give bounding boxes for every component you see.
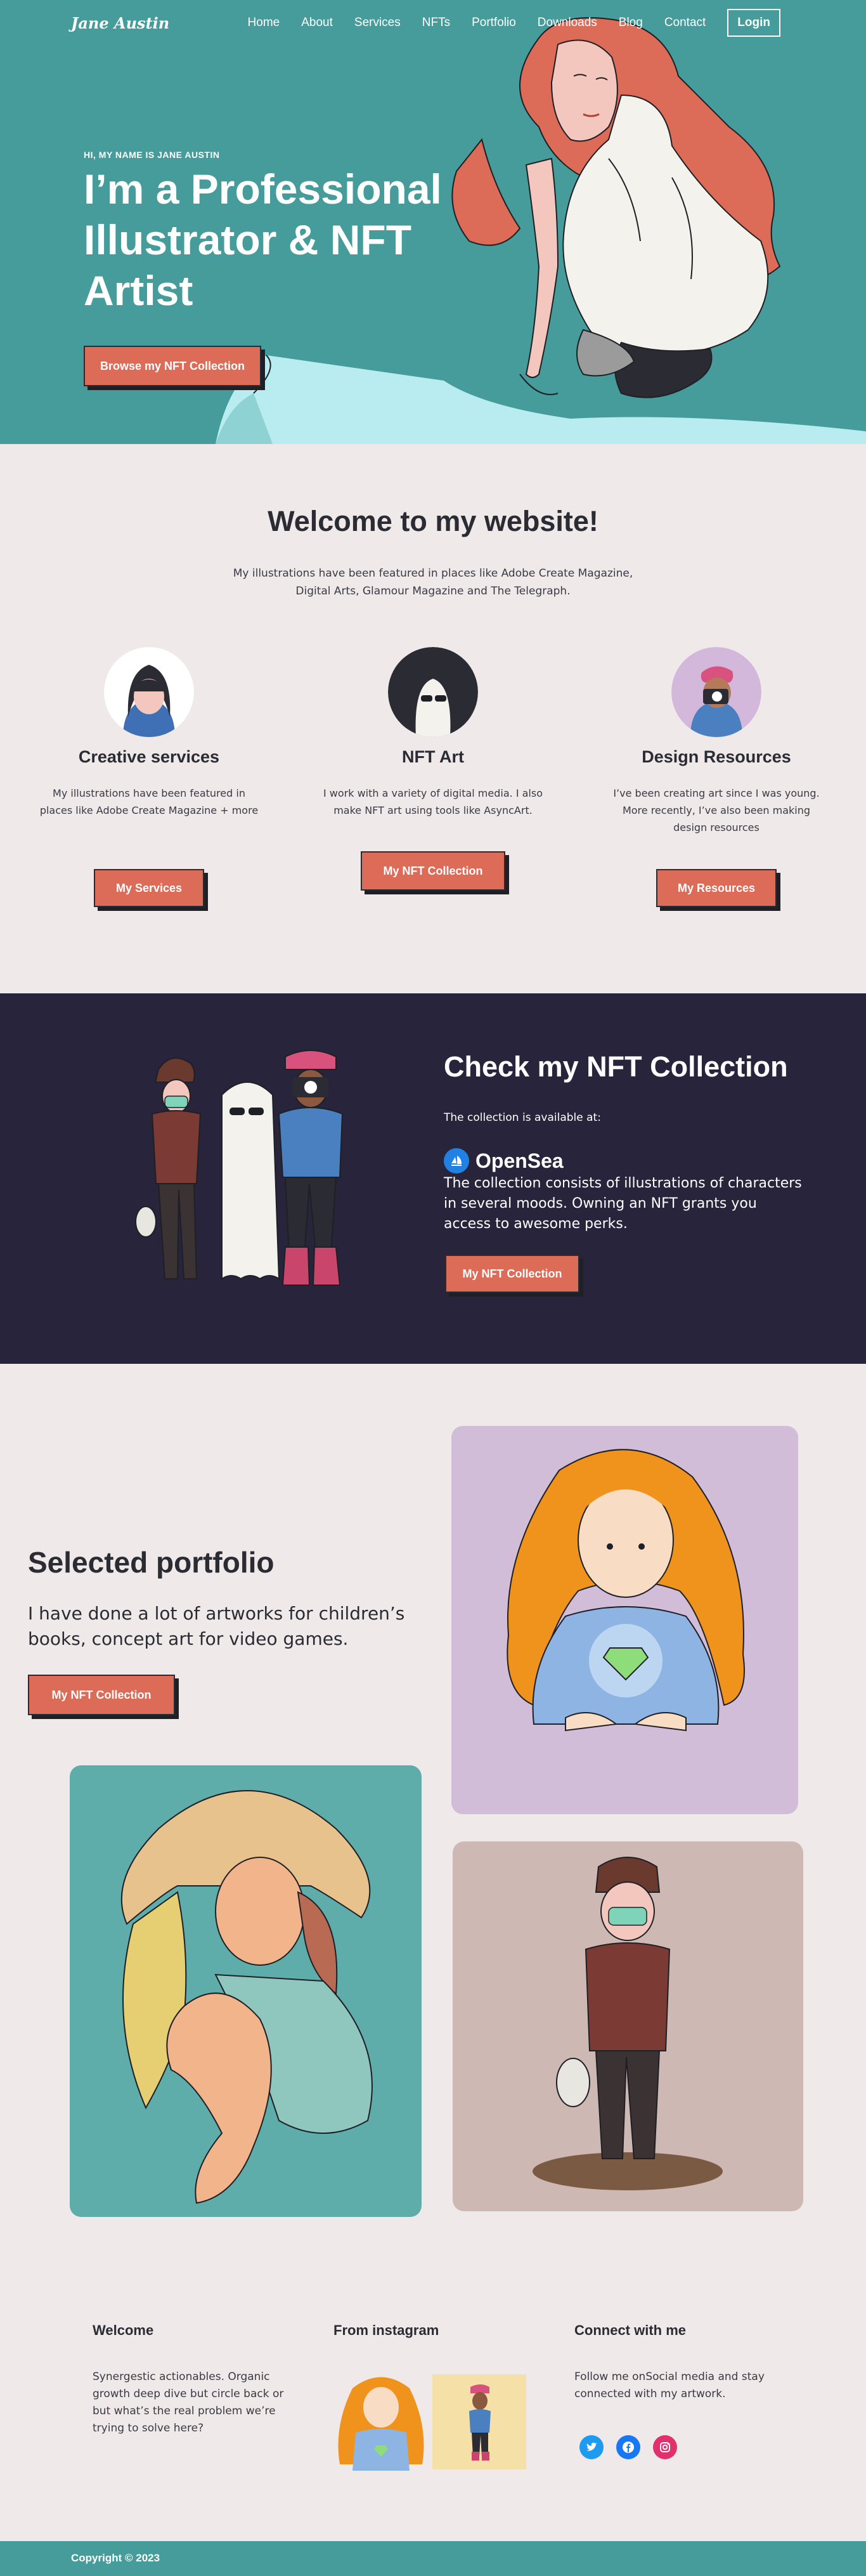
footer-instagram-title: From instagram [333, 2322, 439, 2338]
service-title: Design Resources [642, 747, 791, 766]
portfolio-card-hat-woman[interactable] [70, 1765, 422, 2217]
welcome-title: Welcome to my website! [268, 505, 598, 537]
nav-services[interactable]: Services [354, 16, 401, 30]
hero-title: I’m a Professional Illustrator & NFT Art… [84, 166, 442, 314]
nav-blog[interactable]: Blog [619, 16, 643, 30]
hat-woman-illustration [120, 1790, 373, 2204]
nav-portfolio[interactable]: Portfolio [472, 16, 516, 30]
nft-avatar [388, 647, 478, 737]
site-logo[interactable]: Jane Austin [71, 14, 169, 32]
main-nav: Home About Services NFTs Portfolio Downl… [248, 9, 780, 37]
hero-eyebrow: HI, MY NAME IS JANE AUSTIN [84, 150, 220, 160]
opensea-link[interactable]: OpenSea [444, 1148, 564, 1174]
service-text: I’ve been creating art since I was young… [613, 787, 820, 834]
facebook-icon[interactable] [616, 2435, 640, 2459]
service-nft-art: NFT Art I work with a variety of digital… [313, 647, 553, 819]
creative-avatar [104, 647, 194, 737]
service-text: My illustrations have been featured in p… [39, 787, 259, 816]
portfolio-description: I have done a lot of artworks for childr… [28, 1603, 405, 1649]
hero-section: Jane Austin Home About Services NFTs Por… [0, 0, 866, 444]
service-title: Creative services [78, 747, 220, 766]
footer-connect-text: Follow me onSocial media and stay connec… [574, 2370, 765, 2400]
instagram-thumb-1[interactable] [333, 2369, 429, 2474]
footer-welcome-title: Welcome [93, 2322, 154, 2338]
footer-connect-title: Connect with me [574, 2322, 687, 2338]
instagram-thumb-2[interactable] [432, 2374, 526, 2469]
service-design-resources: Design Resources I’ve been creating art … [596, 647, 837, 836]
twitter-icon[interactable] [579, 2435, 604, 2459]
page: Jane Austin Home About Services NFTs Por… [0, 0, 866, 2576]
opensea-icon [444, 1148, 469, 1174]
footer-bar: Copyright © 2023 [0, 2541, 866, 2576]
portfolio-card-beanie-girl[interactable] [453, 1841, 803, 2211]
nft-title: Check my NFT Collection [444, 1050, 788, 1083]
nav-about[interactable]: About [301, 16, 333, 30]
my-services-button[interactable]: My Services [94, 869, 204, 907]
nav-contact[interactable]: Contact [664, 16, 706, 30]
beanie-girl-illustration [533, 1857, 723, 2190]
portfolio-title: Selected portfolio [28, 1546, 275, 1579]
my-resources-button[interactable]: My Resources [656, 869, 777, 907]
nft-section: Check my NFT Collection The collection i… [0, 993, 866, 1364]
my-nft-collection-button[interactable]: My NFT Collection [361, 851, 505, 891]
service-text: I work with a variety of digital media. … [323, 787, 543, 816]
nft-description: The collection consists of illustrations… [444, 1175, 802, 1232]
instagram-icon[interactable] [653, 2435, 677, 2459]
resources-avatar [671, 647, 761, 737]
portfolio-nft-button[interactable]: My NFT Collection [28, 1675, 175, 1715]
nav-nfts[interactable]: NFTs [422, 16, 450, 30]
nft-available-text: The collection is available at: [444, 1111, 601, 1124]
nft-collection-button[interactable]: My NFT Collection [445, 1255, 579, 1293]
nft-characters-illustration [135, 1050, 344, 1286]
footer-welcome-text: Synergestic actionables. Organic growth … [93, 2370, 284, 2435]
nav-downloads[interactable]: Downloads [538, 16, 597, 30]
login-button[interactable]: Login [727, 9, 780, 37]
browse-nft-button[interactable]: Browse my NFT Collection [84, 346, 261, 386]
service-creative: Creative services My illustrations have … [29, 647, 269, 819]
nav-home[interactable]: Home [248, 16, 280, 30]
opensea-label: OpenSea [475, 1149, 564, 1172]
service-title: NFT Art [402, 747, 464, 766]
diamond-girl-illustration [507, 1449, 745, 1732]
copyright-text: Copyright © 2023 [71, 2552, 160, 2564]
portfolio-card-diamond-girl[interactable] [451, 1426, 798, 1814]
welcome-subtitle: My illustrations have been featured in p… [233, 567, 633, 598]
